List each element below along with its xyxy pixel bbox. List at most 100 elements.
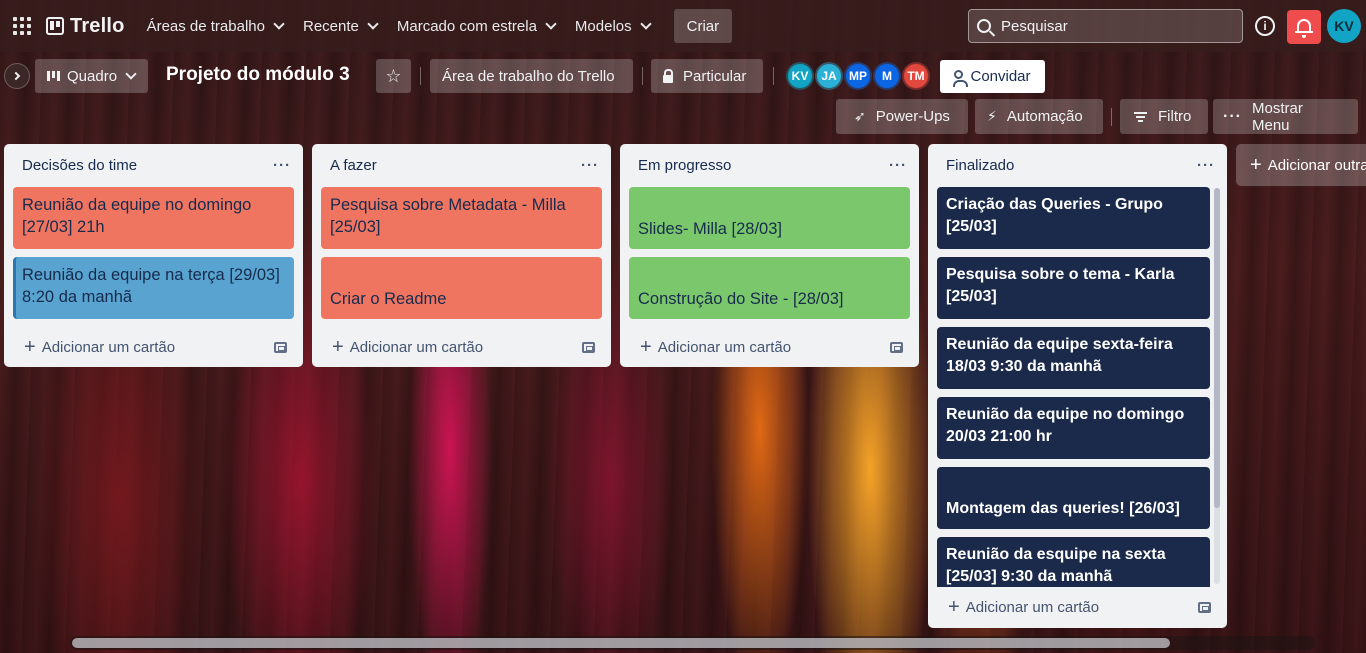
card[interactable]: Reunião da equipe no domingo [27/03] 21h <box>13 187 294 249</box>
card[interactable]: Montagem das queries! [26/03] <box>937 467 1210 529</box>
list-header: Em progresso ··· <box>620 144 919 187</box>
list-scrollbar[interactable] <box>1214 188 1220 584</box>
card[interactable]: Construção do Site - [28/03] <box>629 257 910 319</box>
show-menu-button[interactable]: ··· Mostrar Menu <box>1213 99 1358 134</box>
plus-icon: + <box>640 336 652 358</box>
chevron-down-icon <box>639 18 652 30</box>
automation-label: Automação <box>1006 108 1083 125</box>
list-title[interactable]: Em progresso <box>638 157 731 174</box>
list-finalizado: Finalizado ··· Criação das Queries - Gru… <box>928 144 1227 628</box>
divider <box>642 67 643 85</box>
list-decisoes-do-time: Decisões do time ··· Reunião da equipe n… <box>4 144 303 367</box>
card[interactable]: Reunião da equipe no domingo 20/03 21:00… <box>937 397 1210 459</box>
list-em-progresso: Em progresso ··· Slides- Milla [28/03] C… <box>620 144 919 367</box>
plus-icon: + <box>1250 154 1262 176</box>
nav-label: Marcado com estrela <box>396 17 537 35</box>
lightning-icon: ⚡ <box>987 108 997 124</box>
board-members: KV JA MP M TM <box>786 62 931 90</box>
list-a-fazer: A fazer ··· Pesquisa sobre Metadata - Mi… <box>312 144 611 367</box>
chevron-down-icon <box>125 68 137 80</box>
card-template-icon[interactable] <box>890 341 903 353</box>
add-card-button[interactable]: + Adicionar um cartão <box>332 337 483 357</box>
list-actions-icon[interactable]: ··· <box>1197 157 1215 174</box>
board-title[interactable]: Projeto do módulo 3 <box>166 64 350 86</box>
board-view-icon <box>47 71 60 81</box>
list-footer: + Adicionar um cartão <box>4 327 303 367</box>
search-placeholder: Pesquisar <box>1001 17 1068 35</box>
member-avatar[interactable]: M <box>873 62 901 90</box>
more-icon: ··· <box>1223 107 1242 125</box>
nav-recent-dropdown[interactable]: Recente <box>293 9 387 43</box>
list-title[interactable]: Finalizado <box>946 157 1014 174</box>
invite-button[interactable]: Convidar <box>940 60 1045 93</box>
chevron-down-icon <box>367 18 379 30</box>
bell-icon <box>1295 19 1313 38</box>
card[interactable]: Reunião da equipe na terça [29/03] 8:20 … <box>13 257 294 319</box>
power-ups-button[interactable]: ➶ Power-Ups <box>836 99 968 134</box>
card-template-icon[interactable] <box>582 341 595 353</box>
card-template-icon[interactable] <box>274 341 287 353</box>
lock-icon <box>663 68 673 83</box>
list-title[interactable]: A fazer <box>330 157 377 174</box>
list-header: Finalizado ··· <box>928 144 1227 187</box>
board-horizontal-scrollbar[interactable] <box>70 636 1315 650</box>
add-list-button[interactable]: + Adicionar outra lista <box>1236 144 1366 186</box>
nav-workspaces-dropdown[interactable]: Áreas de trabalho <box>137 9 293 43</box>
search-input[interactable]: Pesquisar <box>968 9 1243 43</box>
list-actions-icon[interactable]: ··· <box>581 157 599 174</box>
power-ups-label: Power-Ups <box>875 108 950 125</box>
card[interactable]: Criação das Queries - Grupo [25/03] <box>937 187 1210 249</box>
user-avatar[interactable]: KV <box>1327 9 1361 43</box>
notifications-button[interactable] <box>1287 10 1321 44</box>
list-footer: + Adicionar um cartão <box>620 327 919 367</box>
add-card-button[interactable]: + Adicionar um cartão <box>24 337 175 357</box>
add-card-label: Adicionar um cartão <box>349 338 484 356</box>
member-avatar[interactable]: JA <box>815 62 843 90</box>
filter-button[interactable]: Filtro <box>1120 99 1208 134</box>
app-switcher-icon[interactable] <box>10 14 34 38</box>
view-label: Quadro <box>67 67 118 85</box>
add-card-button[interactable]: + Adicionar um cartão <box>948 597 1099 617</box>
add-card-label: Adicionar um cartão <box>657 338 792 356</box>
card[interactable]: Reunião da esquipe na sexta [25/03] 9:30… <box>937 537 1210 587</box>
scrollbar-thumb[interactable] <box>72 638 1170 648</box>
card-list: Reunião da equipe no domingo [27/03] 21h… <box>4 187 303 319</box>
star-board-button[interactable]: ☆ <box>376 59 411 93</box>
card[interactable]: Pesquisa sobre Metadata - Milla [25/03] <box>321 187 602 249</box>
search-icon <box>977 19 991 33</box>
visibility-button[interactable]: Particular <box>651 59 763 93</box>
menu-label: Mostrar Menu <box>1251 99 1303 134</box>
card[interactable]: Slides- Milla [28/03] <box>629 187 910 249</box>
trello-logo[interactable]: Trello <box>46 15 125 38</box>
member-avatar[interactable]: KV <box>786 62 814 90</box>
member-avatar[interactable]: TM <box>902 62 930 90</box>
filter-label: Filtro <box>1158 108 1192 125</box>
scrollbar-thumb[interactable] <box>1214 188 1220 508</box>
automation-button[interactable]: ⚡ Automação <box>975 99 1103 134</box>
create-button[interactable]: Criar <box>673 9 733 43</box>
chevron-down-icon <box>273 18 285 30</box>
visibility-label: Particular <box>683 67 747 85</box>
list-actions-icon[interactable]: ··· <box>273 157 291 174</box>
rocket-icon: ➶ <box>854 108 866 124</box>
card[interactable]: Pesquisa sobre o tema - Karla [25/03] <box>937 257 1210 319</box>
expand-sidebar-button[interactable] <box>4 63 30 89</box>
workspace-button[interactable]: Área de trabalho do Trello <box>430 59 633 93</box>
star-icon: ☆ <box>385 65 402 86</box>
card[interactable]: Reunião da equipe sexta-feira 18/03 9:30… <box>937 327 1210 389</box>
view-switcher-button[interactable]: Quadro <box>35 59 148 93</box>
add-card-button[interactable]: + Adicionar um cartão <box>640 337 791 357</box>
add-card-label: Adicionar um cartão <box>41 338 176 356</box>
chevron-right-icon <box>11 71 20 81</box>
list-title[interactable]: Decisões do time <box>22 157 137 174</box>
list-actions-icon[interactable]: ··· <box>889 157 907 174</box>
card[interactable]: Criar o Readme <box>321 257 602 319</box>
card-template-icon[interactable] <box>1198 601 1211 613</box>
nav-templates-dropdown[interactable]: Modelos <box>565 9 660 43</box>
add-list-label: Adicionar outra lista <box>1267 156 1366 174</box>
divider <box>1111 108 1112 126</box>
info-icon[interactable]: i <box>1255 16 1275 36</box>
trello-logo-icon <box>46 17 64 35</box>
nav-starred-dropdown[interactable]: Marcado com estrela <box>387 9 565 43</box>
member-avatar[interactable]: MP <box>844 62 872 90</box>
